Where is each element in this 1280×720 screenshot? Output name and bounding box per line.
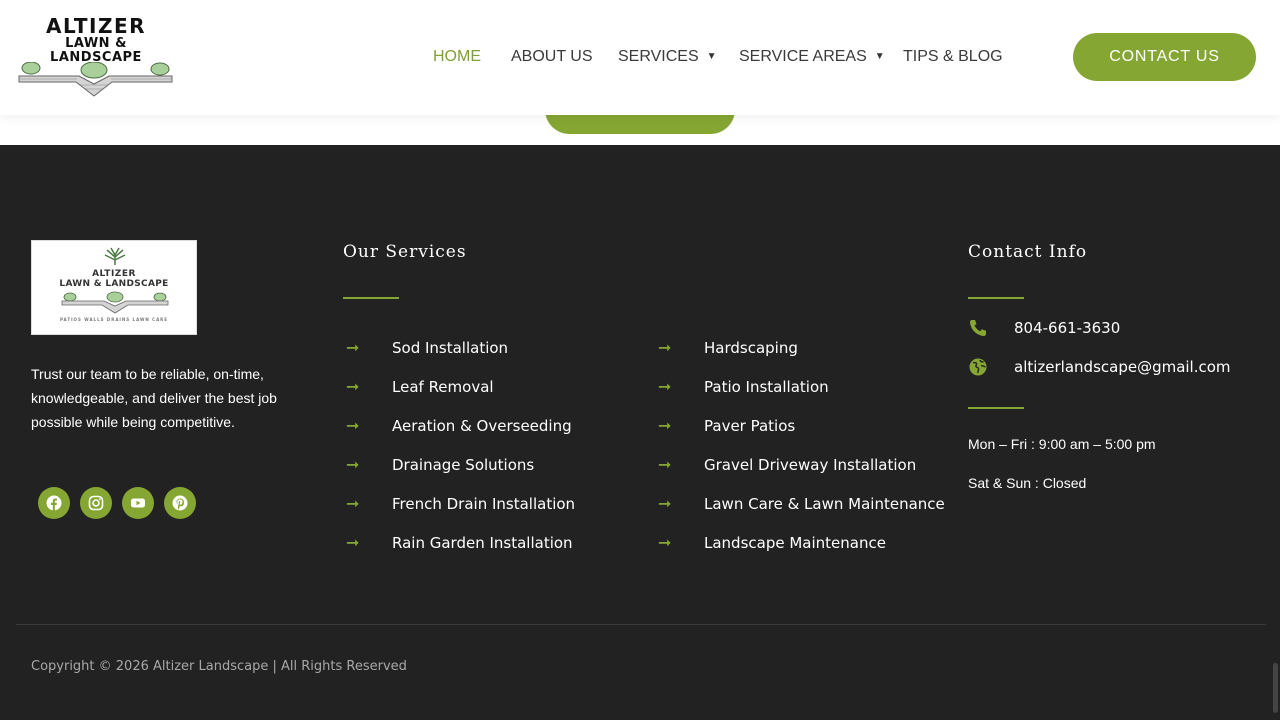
arrow-right-icon: ➞ — [658, 494, 672, 513]
service-link[interactable]: ➞ Lawn Care & Lawn Maintenance — [658, 494, 945, 514]
nav-about-us[interactable]: ABOUT US — [511, 46, 593, 68]
nav-home[interactable]: HOME — [433, 46, 481, 68]
service-link[interactable]: ➞ French Drain Installation — [346, 494, 575, 514]
service-link[interactable]: ➞ Sod Installation — [346, 338, 508, 358]
footer-logo-line-1: ALTIZER — [92, 269, 136, 279]
copyright-text: Copyright © 2026 Altizer Landscape | All… — [31, 659, 407, 674]
services-heading: Our Services — [343, 242, 467, 262]
service-link[interactable]: ➞ Gravel Driveway Installation — [658, 455, 916, 475]
service-link[interactable]: ➞ Leaf Removal — [346, 377, 494, 397]
logo-wall-icon — [18, 62, 173, 97]
chevron-down-icon: ▼ — [874, 51, 885, 62]
social-links — [38, 487, 196, 519]
globe-icon — [969, 358, 987, 376]
service-link[interactable]: ➞ Aeration & Overseeding — [346, 416, 572, 436]
arrow-right-icon: ➞ — [658, 338, 672, 357]
nav-service-areas[interactable]: SERVICE AREAS ▼ — [739, 46, 885, 68]
site-header: ALTIZER LAWN & LANDSCAPE HOME ABOUT US S… — [0, 0, 1280, 115]
arrow-right-icon: ➞ — [658, 455, 672, 474]
arrow-right-icon: ➞ — [346, 533, 360, 552]
logo-line-2: LAWN & — [65, 36, 127, 51]
youtube-icon — [131, 498, 145, 508]
phone-link[interactable]: 804-661-3630 — [968, 318, 1120, 338]
page-scrollbar[interactable] — [1273, 663, 1278, 713]
arrow-right-icon: ➞ — [658, 533, 672, 552]
logo-wall-icon — [61, 291, 169, 314]
arrow-right-icon: ➞ — [346, 416, 360, 435]
facebook-icon — [46, 495, 62, 511]
contact-divider — [968, 407, 1024, 409]
service-link[interactable]: ➞ Hardscaping — [658, 338, 798, 358]
service-link[interactable]: ➞ Landscape Maintenance — [658, 533, 886, 553]
facebook-link[interactable] — [38, 487, 70, 519]
site-footer: ALTIZER LAWN & LANDSCAPE PATIOS WALLS DR… — [0, 145, 1280, 720]
service-link[interactable]: ➞ Rain Garden Installation — [346, 533, 573, 553]
about-text: Trust our team to be reliable, on-time, … — [31, 366, 277, 430]
arrow-right-icon: ➞ — [658, 416, 672, 435]
footer-divider — [16, 624, 1266, 625]
nav-tips-blog[interactable]: TIPS & BLOG — [903, 46, 1003, 68]
arrow-right-icon: ➞ — [346, 377, 360, 396]
service-link[interactable]: ➞ Patio Installation — [658, 377, 829, 397]
chevron-down-icon: ▼ — [706, 51, 717, 62]
instagram-icon — [88, 495, 104, 511]
footer-logo[interactable]: ALTIZER LAWN & LANDSCAPE PATIOS WALLS DR… — [31, 240, 197, 335]
partial-cta-button[interactable] — [545, 115, 735, 134]
instagram-link[interactable] — [80, 487, 112, 519]
email-link[interactable]: altizerlandscape@gmail.com — [968, 357, 1231, 377]
footer-logo-line-2: LAWN & LANDSCAPE — [59, 279, 169, 289]
arrow-right-icon: ➞ — [346, 494, 360, 513]
youtube-link[interactable] — [122, 487, 154, 519]
contact-heading-underline — [968, 297, 1024, 299]
service-link[interactable]: ➞ Drainage Solutions — [346, 455, 534, 475]
arrow-right-icon: ➞ — [346, 338, 360, 357]
pinterest-link[interactable] — [164, 487, 196, 519]
nav-services[interactable]: SERVICES ▼ — [618, 46, 717, 68]
arrow-right-icon: ➞ — [346, 455, 360, 474]
logo-line-1: ALTIZER — [45, 14, 147, 38]
plant-icon — [104, 247, 126, 265]
arrow-right-icon: ➞ — [658, 377, 672, 396]
content-strip — [0, 115, 1280, 145]
contact-heading: Contact Info — [968, 242, 1088, 262]
site-logo[interactable]: ALTIZER LAWN & LANDSCAPE — [17, 14, 175, 98]
contact-us-button[interactable]: CONTACT US — [1073, 33, 1256, 81]
services-heading-underline — [343, 297, 399, 299]
footer-logo-tagline: PATIOS WALLS DRAINS LAWN CARE — [59, 317, 168, 322]
pinterest-icon — [172, 495, 188, 511]
weekday-hours: Mon – Fri : 9:00 am – 5:00 pm — [968, 436, 1156, 452]
service-link[interactable]: ➞ Paver Patios — [658, 416, 795, 436]
weekend-hours: Sat & Sun : Closed — [968, 475, 1087, 491]
phone-icon — [970, 320, 986, 336]
